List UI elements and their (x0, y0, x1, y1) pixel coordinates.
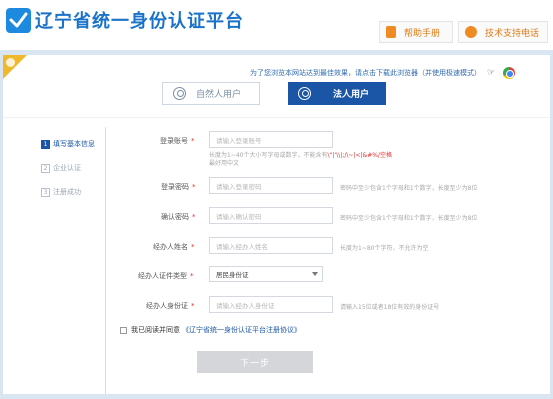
step-number: 2 (41, 163, 50, 173)
agreement-checkbox[interactable] (120, 326, 127, 334)
tab-legal-person[interactable]: 法人用户 (288, 82, 386, 105)
password-label-text: 登录密码 (161, 183, 189, 191)
agreement-text: 我已阅读并同意 (131, 326, 180, 334)
agent-name-label: 经办人姓名 * (153, 242, 195, 252)
help-manual-label: 帮助手册 (404, 28, 441, 39)
required-mark: * (192, 183, 196, 191)
divider (3, 117, 550, 118)
id-type-label-text: 经办人证件类型 (138, 272, 187, 280)
account-hint-line2-b: 最好用中文 (209, 160, 240, 167)
site-title: 辽宁省统一身份认证平台 (35, 11, 244, 32)
help-manual-link[interactable]: 帮助手册 (379, 21, 453, 43)
required-mark: * (191, 243, 195, 251)
user-icon (173, 87, 186, 100)
support-phone-link[interactable]: 技术支持电话 (458, 21, 548, 43)
tab-legal-person-label: 法人用户 (333, 90, 370, 100)
account-label: 登录账号 * (160, 136, 195, 146)
id-type-select[interactable]: 居民身份证 (209, 266, 323, 282)
phone-icon (465, 26, 477, 38)
browser-tip: 为了您浏览本网站达到最佳效果，请点击下载此浏览器（并使用极速模式） ☞ (250, 67, 516, 79)
id-number-input[interactable]: 请输入经办人身份证 (209, 296, 333, 313)
logo-icon (6, 8, 31, 33)
step-number: 3 (41, 187, 50, 197)
account-label-text: 登录账号 (160, 137, 188, 145)
step-basic-info: 1 填写基本信息 (41, 139, 95, 149)
confirm-password-input[interactable]: 请输入确认密码 (209, 207, 333, 224)
step-register-success: 3 注册成功 (41, 187, 81, 197)
tab-natural-person-label: 自然人用户 (196, 90, 242, 100)
password-label: 登录密码 * (161, 182, 196, 192)
step-number: 1 (41, 139, 50, 149)
account-input[interactable]: 请输入登录账号 (209, 131, 333, 148)
required-mark: * (191, 302, 195, 310)
required-mark: * (190, 272, 194, 280)
account-hint-forbidden: \“|'\\|;/\~|<|&#%/空格 (327, 152, 392, 159)
confirm-password-label: 确认密码 * (161, 212, 196, 222)
required-mark: * (191, 137, 195, 145)
corner-dot-icon (6, 58, 15, 67)
pointer-hand-icon: ☞ (487, 68, 496, 78)
browser-tip-text: 为了您浏览本网站达到最佳效果，请点击下载此浏览器（并使用极速模式） (250, 69, 481, 77)
step-label: 注册成功 (53, 188, 81, 196)
agent-name-label-text: 经办人姓名 (153, 243, 188, 251)
id-number-label-text: 经办人身份证 (146, 302, 188, 310)
step-label: 填写基本信息 (53, 140, 95, 148)
password-input[interactable]: 请输入登录密码 (209, 177, 333, 194)
required-mark: * (192, 213, 196, 221)
book-icon (386, 26, 396, 38)
id-type-value: 居民身份证 (216, 271, 249, 279)
id-type-label: 经办人证件类型 * (138, 271, 194, 281)
confirm-password-hint: 密码中至少包含1个字母和1个数字，长度至少为8位 (340, 215, 478, 222)
id-number-label: 经办人身份证 * (146, 301, 195, 311)
support-phone-label: 技术支持电话 (485, 28, 540, 39)
chrome-browser-icon[interactable] (503, 67, 516, 79)
agreement-row: 我已阅读并同意 《辽宁省统一身份认证平台注册协议》 (120, 325, 301, 335)
step-label: 企业认证 (53, 164, 81, 172)
next-step-button[interactable]: 下一步 (197, 351, 313, 373)
tab-natural-person[interactable]: 自然人用户 (162, 82, 260, 105)
id-number-hint: 请输入15位或者18位有效的身份证号 (340, 304, 440, 311)
chevron-down-icon (312, 272, 318, 276)
agent-name-hint: 长度为1~80个字符，不允许为空 (340, 245, 429, 252)
user-icon (298, 87, 311, 100)
agreement-link[interactable]: 《辽宁省统一身份认证平台注册协议》 (182, 325, 301, 335)
confirm-password-label-text: 确认密码 (161, 213, 189, 221)
registration-card: 为了您浏览本网站达到最佳效果，请点击下载此浏览器（并使用极速模式） ☞ 自然人用… (3, 55, 550, 394)
step-enterprise-auth: 2 企业认证 (41, 163, 81, 173)
steps-divider (105, 127, 106, 394)
agent-name-input[interactable]: 请输入经办人姓名 (209, 237, 333, 254)
page-header: 辽宁省统一身份认证平台 帮助手册 技术支持电话 (0, 0, 553, 50)
password-hint: 密码中至少包含1个字母和1个数字，长度至少为8位 (340, 185, 478, 192)
account-hint-line2: 最好用中文 (209, 158, 239, 167)
